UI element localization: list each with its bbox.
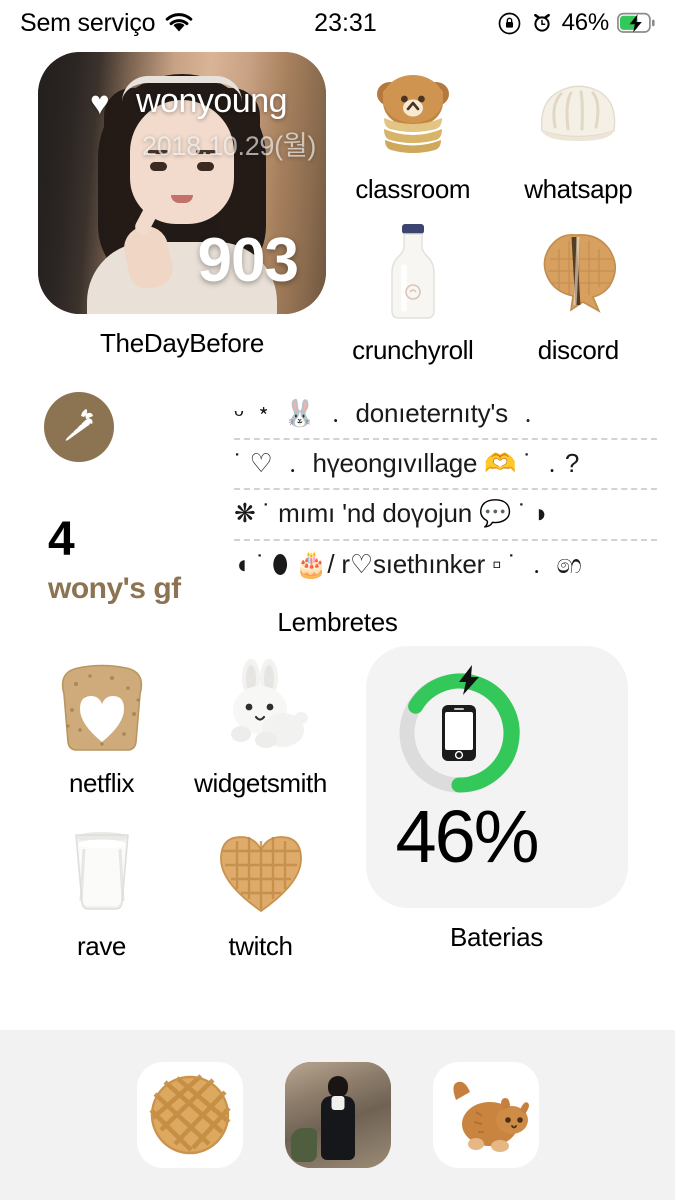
lightning-bolt-icon [456, 664, 482, 696]
app-discord[interactable]: discord [496, 213, 662, 366]
fish-waffle-icon [522, 217, 634, 329]
carrier-label: Sem serviço [20, 8, 156, 37]
reminders-widget[interactable]: 4 wony's gf ᵕ ﹡ 🐰 ﹒ donıeternıty's ﹒ ˙ ♡… [0, 384, 675, 605]
girl-photo-icon [284, 1062, 391, 1168]
wifi-icon [164, 12, 194, 34]
thedaybefore-day-count: 903 [197, 226, 299, 295]
app-label: twitch [228, 930, 293, 961]
rotation-lock-icon [497, 11, 522, 36]
battery-percent-label: 46% [561, 9, 610, 36]
dock-app-waffle[interactable] [136, 1062, 243, 1168]
photo-overlay: ♥ wonyoung 2018.10.29(월) 903 [38, 52, 326, 314]
top-row: ♥ wonyoung 2018.10.29(월) 903 TheDayBefor… [0, 46, 675, 366]
reminder-item[interactable]: ◖ ˙ ⬮ 🎂/ r♡sıethınker ▫ ˙ ﹒ ෨ [234, 541, 657, 589]
app-label: widgetsmith [194, 767, 327, 798]
bear-pancake-icon [357, 56, 469, 168]
orange-cat-icon [442, 1076, 530, 1154]
carrot-icon [44, 392, 114, 462]
app-rave[interactable]: rave [22, 809, 181, 962]
heart-waffle-icon [205, 813, 317, 925]
thedaybefore-widget[interactable]: ♥ wonyoung 2018.10.29(월) 903 [38, 52, 326, 314]
app-whatsapp[interactable]: whatsapp [496, 52, 662, 205]
thedaybefore-date: 2018.10.29(월) [142, 131, 317, 161]
app-twitch[interactable]: twitch [181, 809, 340, 962]
battery-widget-column: 46% Baterias [340, 645, 675, 962]
app-label: classroom [355, 174, 471, 204]
app-label: whatsapp [524, 174, 633, 204]
home-screen-page: ♥ wonyoung 2018.10.29(월) 903 TheDayBefor… [0, 46, 675, 1200]
status-bar-clock: 23:31 [314, 8, 377, 37]
milk-glass-icon [46, 813, 158, 925]
milk-bottle-icon [357, 217, 469, 329]
app-crunchyroll[interactable]: crunchyroll [330, 213, 496, 366]
photo-widget-column: ♥ wonyoung 2018.10.29(월) 903 TheDayBefor… [0, 52, 330, 366]
reminder-item[interactable]: ❋ ˙ mımı 'nd doүojun 💬 ˙ ◗ [234, 490, 657, 541]
app-grid-bottom: netflix widgetsmith rave twitch [0, 646, 340, 962]
app-label: netflix [68, 767, 135, 798]
reminders-summary: 4 wony's gf [38, 384, 234, 605]
app-widgetsmith[interactable]: widgetsmith [181, 646, 340, 799]
heart-icon: ♥ [90, 84, 110, 121]
reminders-list-name: wony's gf [48, 572, 181, 605]
status-bar-left: Sem serviço [20, 9, 194, 38]
dock-app-photo[interactable] [284, 1062, 391, 1168]
waffle-icon [147, 1074, 233, 1156]
heart-bread-icon [46, 650, 158, 762]
app-label: rave [77, 930, 126, 961]
dock-app-cat[interactable] [432, 1062, 539, 1168]
battery-charging-icon [617, 12, 657, 34]
app-netflix[interactable]: netflix [22, 646, 181, 799]
reminders-count: 4 [48, 513, 75, 566]
reminders-list: ᵕ ﹡ 🐰 ﹒ donıeternıty's ﹒ ˙ ♡ ﹒ hүeongıvı… [234, 384, 657, 589]
reminder-item[interactable]: ᵕ ﹡ 🐰 ﹒ donıeternıty's ﹒ [234, 390, 657, 441]
bottom-row: netflix widgetsmith rave twitch 46% Bate… [0, 638, 675, 962]
status-bar-right: 46% [497, 9, 657, 37]
reminder-item[interactable]: ˙ ♡ ﹒ hүeongıvıllage 🫶 ˙ ﹒? [234, 440, 657, 491]
battery-widget-label: Baterias [450, 921, 543, 952]
app-label: crunchyroll [352, 335, 474, 365]
reminders-widget-wrapper: 4 wony's gf ᵕ ﹡ 🐰 ﹒ donıeternıty's ﹒ ˙ ♡… [0, 366, 675, 638]
app-label: discord [537, 335, 619, 365]
thedaybefore-widget-label: TheDayBefore [99, 328, 265, 358]
thedaybefore-title: wonyoung [136, 82, 288, 120]
dumpling-icon [522, 56, 634, 168]
reminders-widget-label: Lembretes [277, 606, 398, 637]
alarm-clock-icon [530, 11, 554, 35]
battery-widget[interactable]: 46% [365, 645, 628, 908]
dock [0, 1030, 675, 1200]
white-bunny-icon [205, 650, 317, 762]
app-grid-top: classroom whatsapp crunchyroll discord [330, 52, 675, 366]
iphone-icon [440, 703, 478, 763]
battery-ring [394, 664, 524, 798]
app-classroom[interactable]: classroom [330, 52, 496, 205]
status-bar: Sem serviço 23:31 46% [0, 0, 675, 46]
battery-widget-percent: 46% [395, 794, 540, 878]
